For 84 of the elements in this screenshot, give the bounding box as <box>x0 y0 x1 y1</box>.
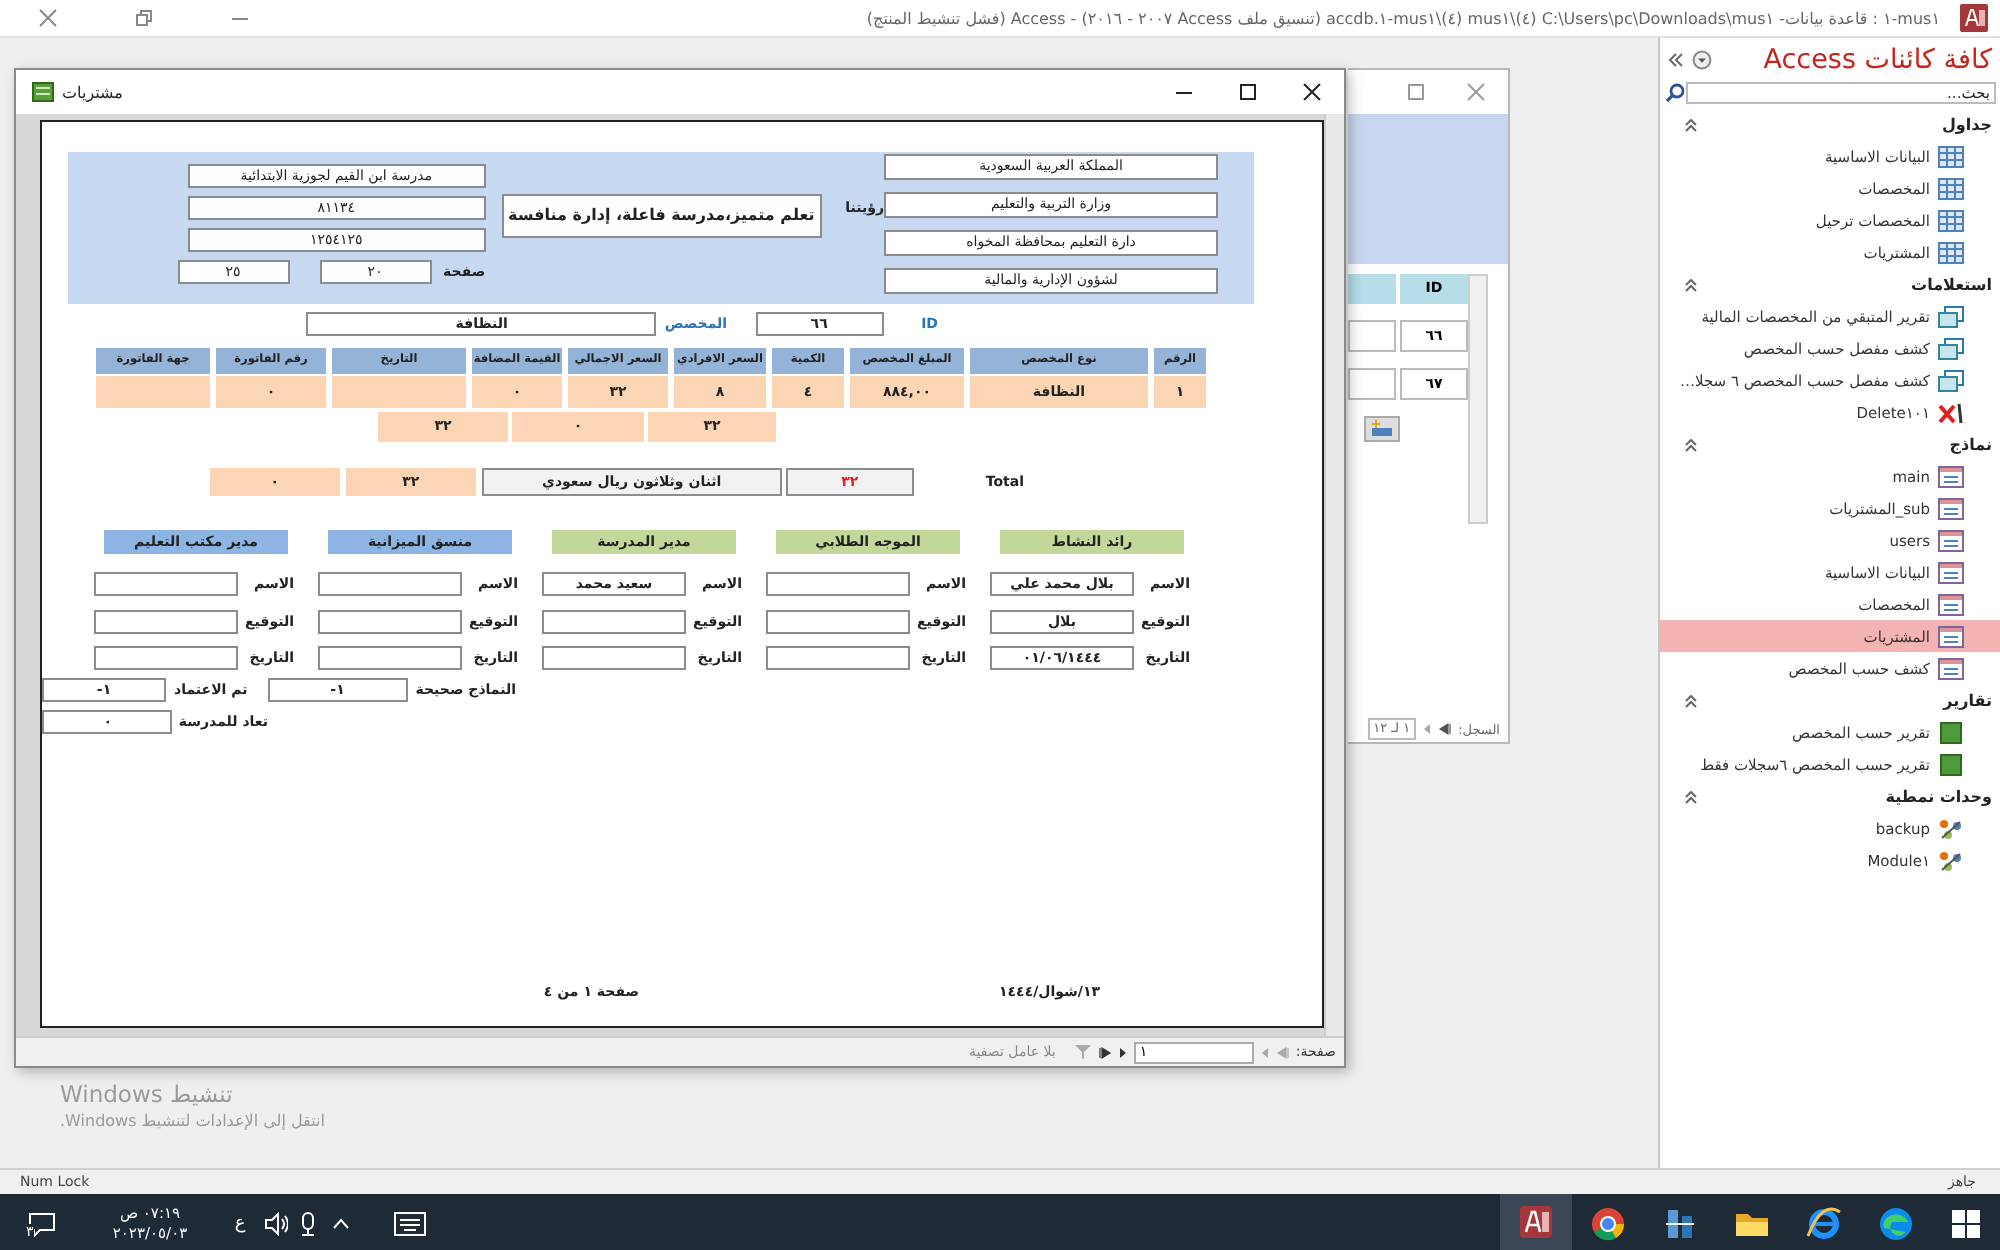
windows-logo-icon <box>1952 1210 1980 1238</box>
new-record-icon <box>1370 420 1394 438</box>
app-icon <box>1660 1204 1700 1244</box>
column-header <box>1348 274 1396 304</box>
form-icon <box>1938 529 1964 551</box>
speaker-icon <box>264 1212 288 1236</box>
table-icon <box>1938 145 1964 167</box>
window-title: mus١-١ : قاعدة بيانات- C:\Users\pc\Downloads\mus١ (٤)\mus١ (٤)\mus١-١.accdb (تنسيق ملف Access ٢٠٠٧ - ٢٠١٦) - Access (فشل تنشيط المنتج) <box>864 9 1942 27</box>
browser-icon <box>1804 1204 1844 1244</box>
table-icon <box>1938 241 1964 263</box>
microphone-icon <box>296 1212 320 1236</box>
previous-page-icon <box>1259 1045 1270 1059</box>
chevron-icon <box>1684 693 1698 707</box>
query-icon <box>1938 369 1964 391</box>
query-icon <box>1938 305 1964 327</box>
delete-query-icon <box>1938 401 1964 423</box>
table-cell <box>332 376 466 408</box>
maximize-icon <box>1406 82 1426 102</box>
signature-field <box>94 610 238 634</box>
form-icon <box>1938 625 1964 647</box>
module-icon <box>1938 817 1964 839</box>
form-icon <box>1938 657 1964 679</box>
group-header[interactable]: نماذج <box>1660 428 2000 460</box>
last-record-icon[interactable] <box>1438 722 1453 736</box>
scrollbar[interactable] <box>1468 274 1488 524</box>
pane-title: كافة كائنات Access <box>1763 44 1992 76</box>
search-icon[interactable] <box>1664 82 1686 104</box>
restore-icon <box>134 8 154 28</box>
query-icon <box>1938 337 1964 359</box>
form-icon <box>1938 561 1964 583</box>
signature-field <box>318 572 462 596</box>
signature-field <box>766 610 910 634</box>
language-indicator[interactable]: ع <box>220 1194 260 1250</box>
close-icon <box>38 8 58 28</box>
signature-field <box>542 610 686 634</box>
dropdown-icon[interactable] <box>1692 50 1712 70</box>
browser-icon <box>1876 1204 1916 1244</box>
group-header[interactable]: جداول <box>1660 108 2000 140</box>
form-icon <box>1938 497 1964 519</box>
chevron-icon <box>1684 437 1698 451</box>
signature-field <box>542 646 686 670</box>
first-page-icon <box>1275 1045 1290 1059</box>
chevron-icon <box>1684 117 1698 131</box>
close-icon <box>1302 82 1322 102</box>
group-header[interactable]: استعلامات <box>1660 268 2000 300</box>
close-icon <box>1466 82 1486 102</box>
group-header[interactable]: وحدات نمطية <box>1660 780 2000 812</box>
chevron-icon <box>1684 277 1698 291</box>
report-icon <box>1938 721 1964 743</box>
vision-field: تعلم متميز،مدرسة فاعلة، إدارة منافسة <box>501 194 822 238</box>
module-icon <box>1938 849 1964 871</box>
taskbar-app-button[interactable] <box>1500 1194 1572 1250</box>
caret-up-icon <box>331 1218 349 1230</box>
filter-icon <box>1073 1044 1092 1060</box>
signature-field <box>766 646 910 670</box>
maximize-icon <box>1238 82 1258 102</box>
last-page-icon <box>1097 1045 1112 1059</box>
table-cell <box>96 376 210 408</box>
form-icon <box>1938 465 1964 487</box>
form-icon <box>1938 593 1964 615</box>
signature-field <box>766 572 910 596</box>
keyboard-icon <box>394 1212 426 1236</box>
collapse-pane-icon[interactable] <box>1668 52 1684 68</box>
report-icon <box>1938 753 1964 775</box>
signature-field <box>94 572 238 596</box>
last-page-button[interactable] <box>1097 1045 1112 1059</box>
scrollbar[interactable] <box>1324 114 1344 1036</box>
activation-title: تنشيط Windows <box>60 1080 233 1108</box>
table-icon <box>1938 209 1964 231</box>
database-app-icon <box>1516 1202 1556 1242</box>
window-title: مشتريات <box>62 83 123 101</box>
next-page-icon <box>1117 1045 1128 1059</box>
activation-message: انتقل إلى الإعدادات لتنشيط Windows. <box>60 1112 325 1130</box>
browser-icon <box>1588 1204 1628 1244</box>
notification-icon <box>26 1208 58 1240</box>
table-icon <box>1938 177 1964 199</box>
report-icon <box>32 82 54 102</box>
next-page-button[interactable] <box>1117 1045 1128 1059</box>
signature-field <box>318 610 462 634</box>
signature-field <box>94 646 238 670</box>
new-record-button[interactable] <box>1364 416 1400 442</box>
signature-field <box>318 646 462 670</box>
group-header[interactable]: تقارير <box>1660 684 2000 716</box>
chevron-icon <box>1684 789 1698 803</box>
